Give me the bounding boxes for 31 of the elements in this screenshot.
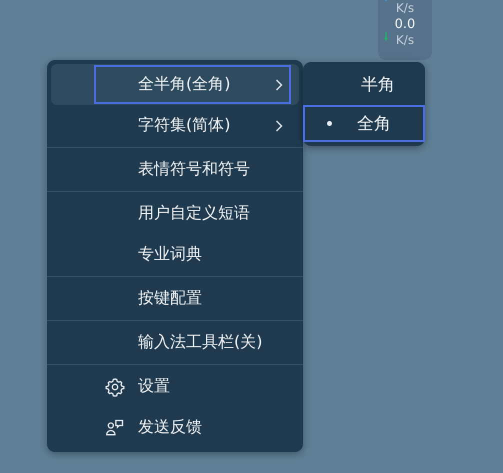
menu-item-label: 发送反馈 xyxy=(138,417,202,438)
menu-item[interactable]: 表情符号和符号 xyxy=(51,149,299,190)
download-unit: K/s xyxy=(396,33,414,47)
menu-item[interactable]: 按键配置 xyxy=(51,278,299,319)
menu-item-label: 输入法工具栏(关) xyxy=(138,332,262,353)
menu-item[interactable]: 输入法工具栏(关) xyxy=(51,322,299,363)
feedback-icon xyxy=(105,418,125,438)
menu-item[interactable]: 发送反馈 xyxy=(51,407,299,448)
chevron-right-icon xyxy=(275,78,283,90)
download-speed: 0.0 xyxy=(394,16,416,32)
menu-item-label: 设置 xyxy=(138,376,170,397)
menu-item-label: 按键配置 xyxy=(138,288,202,309)
submenu-item[interactable]: 半角 xyxy=(307,66,421,103)
submenu-item[interactable]: 全角 xyxy=(303,105,425,142)
chevron-right-icon xyxy=(275,120,283,132)
submenu-item-label: 半角 xyxy=(361,74,395,96)
menu-item[interactable]: 全半角(全角) xyxy=(51,64,299,105)
download-arrow-icon xyxy=(384,32,388,41)
settings-icon xyxy=(105,376,125,396)
submenu-item-label: 全角 xyxy=(357,113,391,135)
menu-item[interactable]: 用户自定义短语 xyxy=(51,193,299,234)
menu-item[interactable]: 设置 xyxy=(51,366,299,407)
menu-item-label: 用户自定义短语 xyxy=(138,203,250,224)
menu-item[interactable]: 专业词典 xyxy=(51,234,299,275)
selected-dot-icon xyxy=(327,121,332,126)
menu-item-label: 专业词典 xyxy=(138,244,202,265)
menu-item[interactable]: 字符集(简体) xyxy=(51,105,299,146)
menu-item-label: 全半角(全角) xyxy=(138,74,230,95)
upload-unit: K/s xyxy=(396,1,414,15)
menu-item-label: 字符集(简体) xyxy=(138,115,230,136)
menu-item-label: 表情符号和符号 xyxy=(138,159,250,180)
